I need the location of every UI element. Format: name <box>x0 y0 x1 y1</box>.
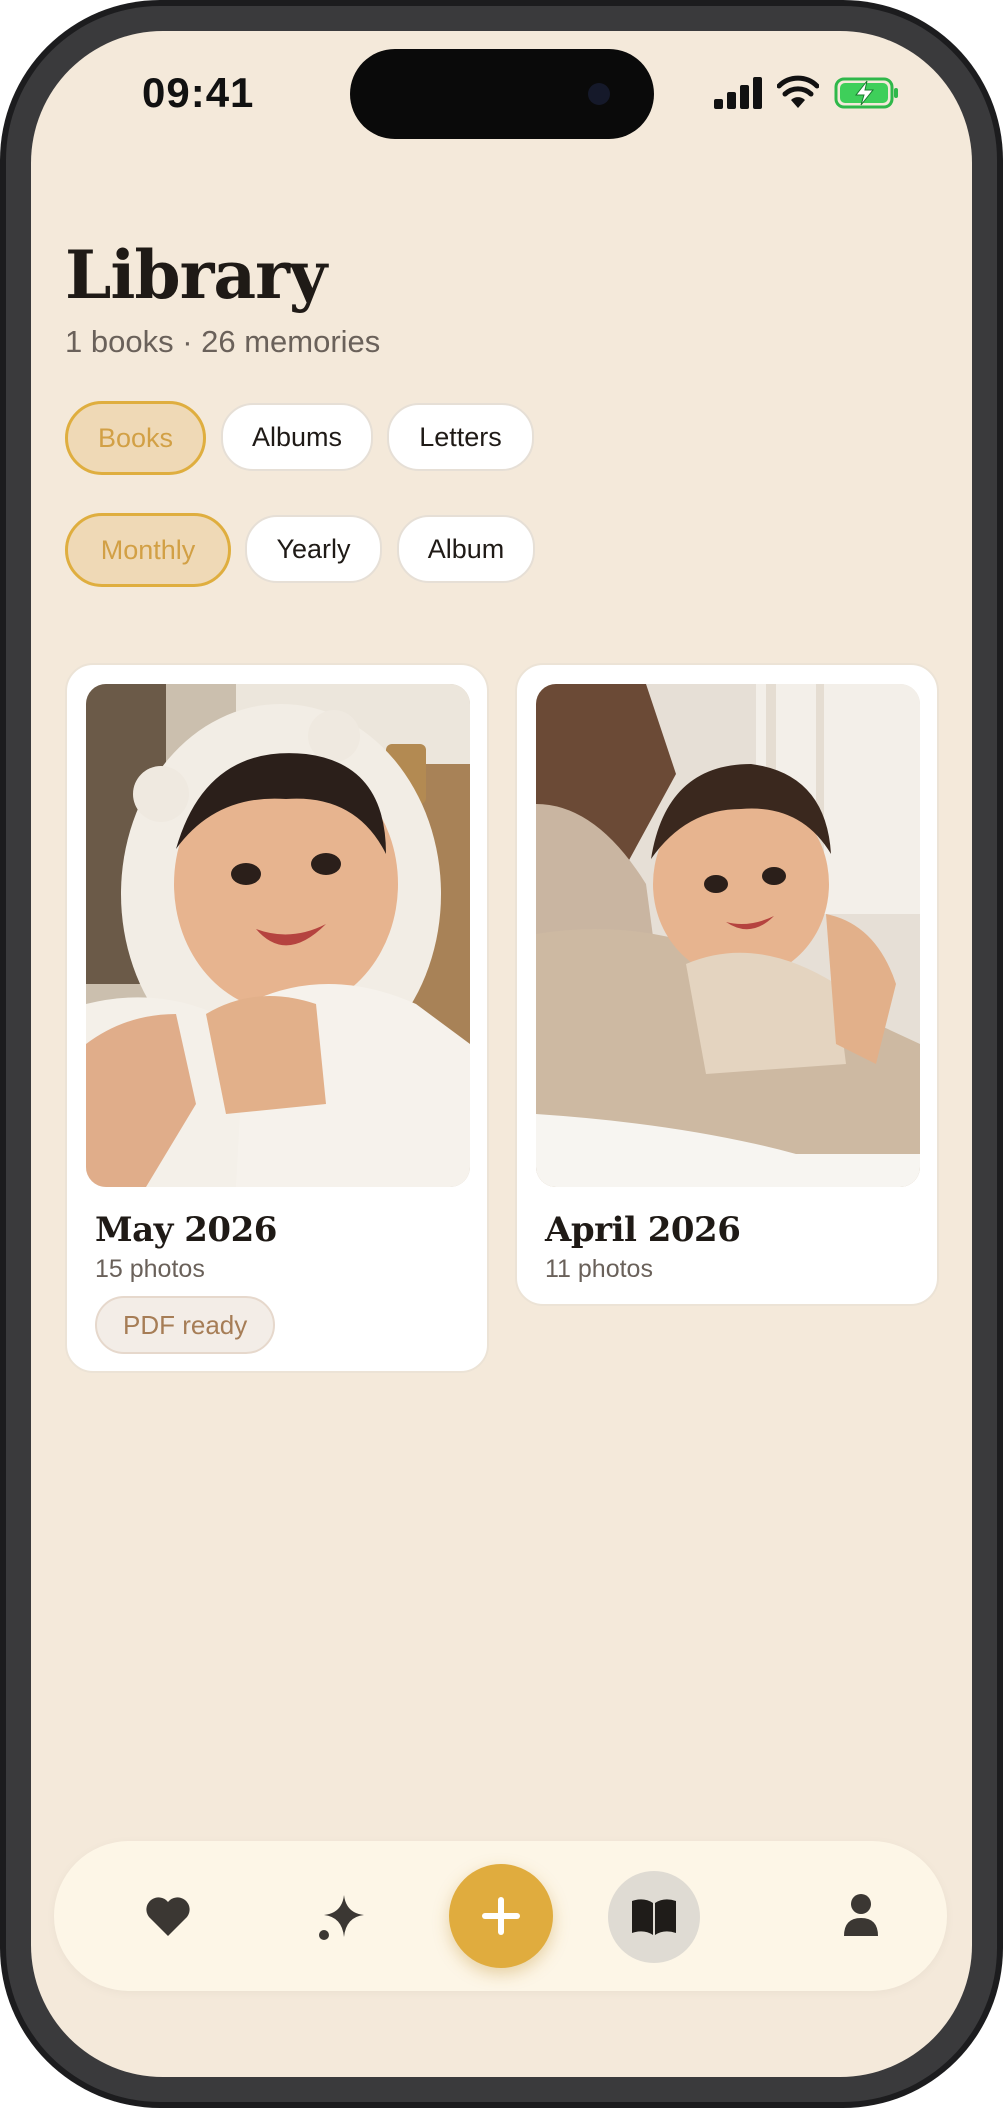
battery-icon <box>834 77 898 109</box>
add-button[interactable] <box>449 1864 553 1968</box>
book-icon <box>632 1899 676 1935</box>
baby-photo-image <box>86 684 470 1187</box>
signal-icon <box>714 77 762 109</box>
status-time: 09:41 <box>142 69 255 116</box>
book-photo-count: 11 photos <box>545 1255 653 1283</box>
sparkle-icon[interactable] <box>316 1891 368 1943</box>
plus-icon <box>482 1897 520 1935</box>
page-subtitle: 1 books · 26 memories <box>65 324 381 359</box>
phone-frame: 09:41 Library 1 books · 26 memories Book… <box>0 0 1003 2108</box>
person-icon[interactable] <box>837 1891 885 1939</box>
book-cover-photo <box>536 684 920 1187</box>
book-title: April 2026 <box>545 1210 741 1250</box>
camera-icon <box>588 83 610 105</box>
page-title: Library <box>65 236 327 314</box>
book-photo-count: 15 photos <box>95 1255 205 1283</box>
filter-books[interactable]: Books <box>65 401 206 475</box>
library-tab[interactable] <box>608 1871 700 1963</box>
wifi-icon <box>777 75 819 108</box>
heart-icon[interactable] <box>144 1893 192 1941</box>
filter-monthly[interactable]: Monthly <box>65 513 231 587</box>
screen: 09:41 Library 1 books · 26 memories Book… <box>31 31 972 2077</box>
dynamic-island <box>350 49 654 139</box>
book-cover-photo <box>86 684 470 1187</box>
book-card-may-2026[interactable]: May 2026 15 photos PDF ready <box>65 663 489 1373</box>
filter-albums[interactable]: Albums <box>221 403 373 471</box>
filter-letters[interactable]: Letters <box>387 403 534 471</box>
bottom-tab-bar <box>54 1841 947 1991</box>
filter-yearly[interactable]: Yearly <box>245 515 382 583</box>
filter-album[interactable]: Album <box>397 515 535 583</box>
book-title: May 2026 <box>95 1210 277 1250</box>
pdf-ready-badge[interactable]: PDF ready <box>95 1296 276 1354</box>
baby-photo-image <box>536 684 920 1187</box>
book-card-april-2026[interactable]: April 2026 11 photos <box>515 663 939 1306</box>
